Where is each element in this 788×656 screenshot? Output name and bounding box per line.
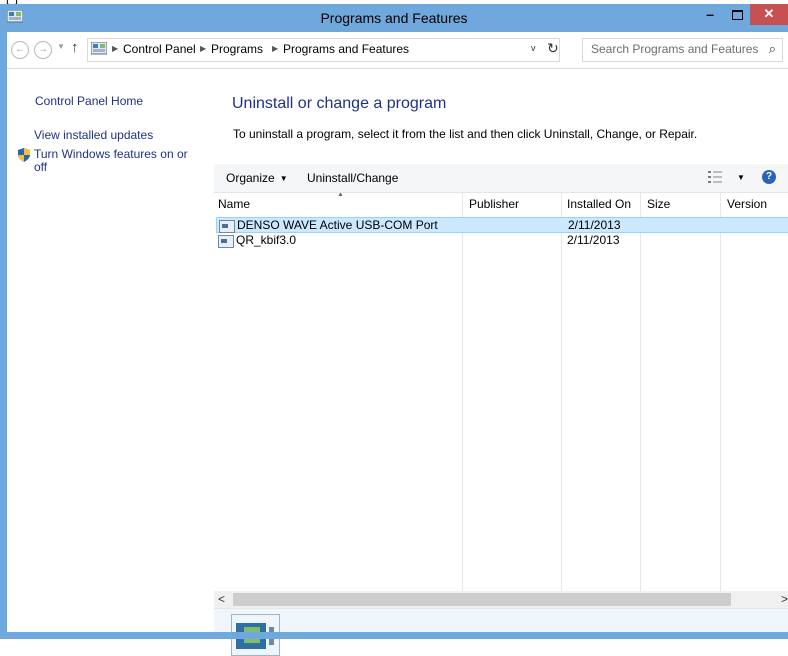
command-bar: Organize ▼ Uninstall/Change ▼ ? bbox=[214, 164, 788, 193]
column-header-size[interactable]: Size bbox=[647, 193, 670, 215]
organize-button[interactable]: Organize ▼ bbox=[226, 171, 288, 185]
window-client: ← → ▼ ↑ ▶ Control Panel ▶ Programs ▶ Pro… bbox=[7, 32, 788, 656]
help-icon[interactable]: ? bbox=[762, 170, 776, 184]
forward-button[interactable]: → bbox=[34, 41, 52, 59]
maximize-button[interactable] bbox=[724, 4, 750, 25]
control-panel-home-link[interactable]: Control Panel Home bbox=[35, 94, 143, 108]
title-bar: Programs and Features – ✕ bbox=[0, 4, 788, 32]
horizontal-scrollbar[interactable]: < > bbox=[214, 591, 788, 608]
window-frame: Programs and Features – ✕ ← → ▼ ↑ ▶ Cont… bbox=[0, 4, 788, 656]
breadcrumb-control-panel[interactable]: Control Panel bbox=[123, 42, 196, 56]
breadcrumb-programs[interactable]: Programs bbox=[211, 42, 263, 56]
program-name: DENSO WAVE Active USB-COM Port bbox=[237, 218, 438, 232]
view-options-dropdown-icon[interactable]: ▼ bbox=[737, 173, 745, 182]
close-button[interactable]: ✕ bbox=[750, 4, 788, 25]
column-header-installed-on[interactable]: Installed On bbox=[567, 193, 631, 215]
column-header-name[interactable]: Name bbox=[218, 193, 250, 215]
address-dropdown-icon[interactable]: v bbox=[531, 43, 536, 53]
maximize-icon bbox=[731, 10, 743, 20]
breadcrumb-separator-icon: ▶ bbox=[200, 44, 207, 53]
scrollbar-thumb[interactable] bbox=[233, 593, 731, 606]
window-title: Programs and Features bbox=[320, 10, 468, 26]
organize-label: Organize bbox=[226, 171, 275, 185]
back-button[interactable]: ← bbox=[11, 41, 29, 59]
scroll-left-icon[interactable]: < bbox=[218, 592, 225, 606]
control-panel-icon bbox=[91, 42, 107, 55]
minimize-button[interactable]: – bbox=[696, 4, 724, 25]
column-divider bbox=[720, 193, 721, 591]
search-icon[interactable]: ⌕ bbox=[769, 41, 776, 57]
shield-icon bbox=[18, 148, 30, 162]
column-divider bbox=[640, 193, 641, 591]
search-input[interactable]: Search Programs and Features ⌕ bbox=[582, 38, 783, 62]
table-row-qr-kbif[interactable]: QR_kbif3.0 2/11/2013 bbox=[216, 233, 788, 249]
window-bottom-border bbox=[0, 632, 788, 639]
breadcrumb-separator-icon: ▶ bbox=[112, 44, 119, 53]
program-name: QR_kbif3.0 bbox=[236, 233, 297, 247]
column-header-version[interactable]: Version bbox=[727, 193, 767, 215]
view-options-icon[interactable] bbox=[708, 171, 722, 183]
recent-locations-chevron-icon[interactable]: ▼ bbox=[57, 42, 65, 51]
uninstall-change-button[interactable]: Uninstall/Change bbox=[307, 171, 398, 185]
sort-arrow-icon: ▲ bbox=[337, 193, 344, 198]
view-installed-updates-link[interactable]: View installed updates bbox=[34, 128, 153, 142]
program-icon bbox=[218, 235, 234, 248]
details-pane bbox=[214, 608, 788, 656]
up-arrow-icon[interactable]: ↑ bbox=[71, 39, 79, 56]
turn-windows-features-link[interactable]: Turn Windows features on or off bbox=[34, 148, 204, 174]
program-installed-on: 2/11/2013 bbox=[567, 233, 620, 247]
breadcrumb-separator-icon: ▶ bbox=[272, 44, 279, 53]
left-pane: Control Panel Home View installed update… bbox=[7, 69, 205, 632]
program-icon bbox=[219, 220, 235, 233]
column-divider bbox=[561, 193, 562, 591]
address-bar[interactable]: ▶ Control Panel ▶ Programs ▶ Programs an… bbox=[87, 38, 560, 62]
search-placeholder: Search Programs and Features bbox=[591, 42, 759, 56]
breadcrumb-programs-and-features[interactable]: Programs and Features bbox=[283, 42, 409, 56]
page-title: Uninstall or change a program bbox=[232, 95, 447, 112]
refresh-icon[interactable]: ↻ bbox=[547, 40, 559, 57]
table-row-denso-wave[interactable]: DENSO WAVE Active USB-COM Port 2/11/2013 bbox=[216, 217, 788, 233]
programs-list: ▲ Name Publisher Installed On Size Versi… bbox=[214, 193, 788, 591]
column-header-publisher[interactable]: Publisher bbox=[469, 193, 519, 215]
chevron-down-icon: ▼ bbox=[279, 174, 288, 184]
program-installed-on: 2/11/2013 bbox=[568, 218, 621, 232]
navigation-bar: ← → ▼ ↑ ▶ Control Panel ▶ Programs ▶ Pro… bbox=[7, 32, 788, 69]
column-divider bbox=[462, 193, 463, 591]
page-instructions: To uninstall a program, select it from t… bbox=[233, 127, 698, 141]
scroll-right-icon[interactable]: > bbox=[781, 592, 788, 606]
